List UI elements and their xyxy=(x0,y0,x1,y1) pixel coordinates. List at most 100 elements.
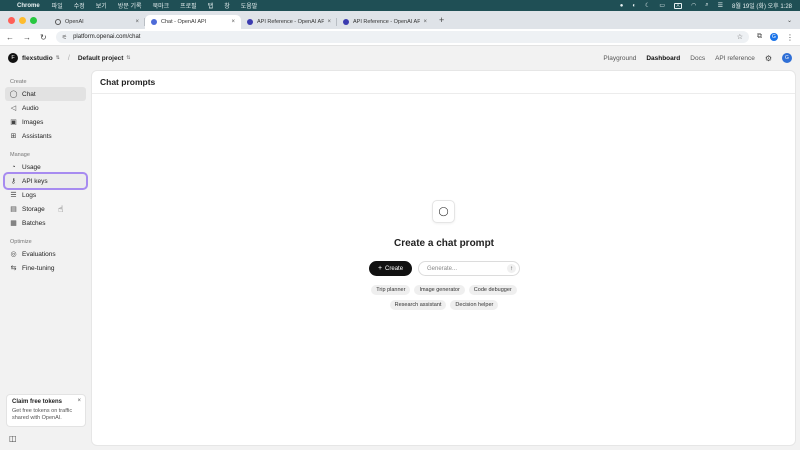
menu-tab[interactable]: 탭 xyxy=(208,1,214,10)
openai-icon xyxy=(55,19,61,25)
sidebar-item-label: Fine-tuning xyxy=(22,264,55,272)
close-tab-icon[interactable]: × xyxy=(231,19,235,25)
chip-trip-planner[interactable]: Trip planner xyxy=(371,285,411,295)
sidebar-item-assistants[interactable]: ⊞ Assistants xyxy=(5,129,86,143)
menu-file[interactable]: 파일 xyxy=(52,1,63,10)
chip-image-generator[interactable]: Image generator xyxy=(414,285,465,295)
sidebar-item-api-keys[interactable]: ⚷ API keys xyxy=(3,172,88,190)
menu-app-name[interactable]: Chrome xyxy=(17,3,40,9)
input-source-icon[interactable]: A xyxy=(674,2,683,9)
moon-icon[interactable]: ☾ xyxy=(645,2,650,9)
storage-icon: ▤ xyxy=(10,206,17,213)
project-switcher[interactable]: Default project xyxy=(78,55,124,62)
menu-view[interactable]: 보기 xyxy=(96,1,107,10)
sidebar-item-chat[interactable]: ◯ Chat xyxy=(5,87,86,101)
menu-clock[interactable]: 8월 19일 (화) 오후 1:28 xyxy=(732,1,792,10)
extensions-icon[interactable]: ⧉ xyxy=(757,33,762,41)
chrome-menu-icon[interactable]: ⋮ xyxy=(786,33,794,42)
settings-gear-icon[interactable]: ⚙ xyxy=(765,54,772,63)
zoom-window-icon[interactable] xyxy=(30,16,37,24)
sidebar-item-label: Logs xyxy=(22,191,37,199)
nav-api-reference[interactable]: API reference xyxy=(715,55,755,62)
minimize-window-icon[interactable] xyxy=(19,16,26,24)
sidebar-toggle-icon[interactable]: ◫ xyxy=(9,434,17,443)
menu-help[interactable]: 도움말 xyxy=(241,1,258,10)
tab-title: OpenAI xyxy=(65,19,84,25)
menu-bookmarks[interactable]: 북마크 xyxy=(153,1,170,10)
tab-title: API Reference - OpenAI API xyxy=(353,19,421,25)
fine-tuning-icon: ⇆ xyxy=(10,265,17,272)
spotlight-icon[interactable]: ⌕ xyxy=(705,2,708,9)
promo-title: Claim free tokens xyxy=(12,399,63,405)
key-icon: ⚷ xyxy=(10,178,17,185)
profile-avatar[interactable]: G xyxy=(770,33,778,41)
browser-tab[interactable]: API Reference - OpenAI API × xyxy=(241,15,337,29)
sidebar-item-storage[interactable]: ▤ Storage xyxy=(5,202,86,216)
org-avatar[interactable]: F xyxy=(8,53,18,63)
user-avatar[interactable]: G xyxy=(782,53,792,63)
top-navigation: F flexstudio ⇅ / Default project ⇅ Playg… xyxy=(0,46,800,70)
breadcrumb-separator: / xyxy=(67,54,70,62)
suggestion-chips: Research assistant Decision helper xyxy=(344,300,544,310)
logs-icon: ☰ xyxy=(10,192,17,199)
control-center-icon[interactable]: ☰ xyxy=(718,2,723,9)
tab-title: Chat - OpenAI API xyxy=(161,19,207,25)
sidebar-section-manage: Manage xyxy=(10,151,30,158)
browser-tab[interactable]: OpenAI × xyxy=(49,15,145,29)
sidebar-item-usage[interactable]: ◔ Usage xyxy=(5,160,86,174)
nav-docs[interactable]: Docs xyxy=(690,55,705,62)
chip-code-debugger[interactable]: Code debugger xyxy=(468,285,517,295)
browser-toolbar: ← → ↻ ⚟ platform.openai.com/chat ☆ ⧉ G ⋮ xyxy=(0,29,800,46)
sidebar-item-label: Audio xyxy=(22,104,39,112)
arrow-up-icon[interactable]: ↑ xyxy=(507,264,516,273)
browser-tab-active[interactable]: Chat - OpenAI API × xyxy=(145,15,241,29)
site-info-icon[interactable]: ⚟ xyxy=(62,34,67,41)
browser-tab[interactable]: API Reference - OpenAI API × xyxy=(337,15,433,29)
create-button[interactable]: + Create xyxy=(369,261,412,276)
sidebar-item-evaluations[interactable]: ◎ Evaluations xyxy=(5,247,86,261)
chip-decision-helper[interactable]: Decision helper xyxy=(450,300,499,310)
forward-icon[interactable]: → xyxy=(23,33,31,42)
sidebar-item-logs[interactable]: ☰ Logs xyxy=(5,188,86,202)
close-tab-icon[interactable]: × xyxy=(327,19,331,25)
battery-icon[interactable]: ▭ xyxy=(659,2,665,9)
sidebar-item-batches[interactable]: ▦ Batches xyxy=(5,216,86,230)
record-icon[interactable]: ● xyxy=(620,3,624,9)
address-bar[interactable]: ⚟ platform.openai.com/chat ☆ xyxy=(55,31,749,43)
chat-bubble-icon: ◯ xyxy=(432,200,455,223)
sidebar-item-label: Assistants xyxy=(22,132,52,140)
sidebar-item-fine-tuning[interactable]: ⇆ Fine-tuning xyxy=(5,261,86,275)
menu-window[interactable]: 창 xyxy=(224,1,230,10)
new-tab-icon[interactable]: + xyxy=(439,15,444,25)
sidebar-item-label: Evaluations xyxy=(22,250,56,258)
chevron-updown-icon[interactable]: ⇅ xyxy=(126,55,130,61)
assistants-icon: ⊞ xyxy=(10,133,17,140)
hand-pointer-icon: ☝ xyxy=(58,204,64,214)
bookmark-star-icon[interactable]: ☆ xyxy=(737,33,743,41)
close-window-icon[interactable] xyxy=(8,16,15,24)
wifi-icon[interactable]: ◠ xyxy=(691,2,696,9)
generate-input[interactable]: Generate... ↑ xyxy=(418,261,520,276)
empty-state-heading: Create a chat prompt xyxy=(393,238,495,249)
sidebar-item-label: Images xyxy=(22,118,44,126)
back-icon[interactable]: ← xyxy=(6,33,14,42)
sidebar-item-images[interactable]: ▣ Images xyxy=(5,115,86,129)
free-tokens-card: Claim free tokens Get free tokens on tra… xyxy=(6,394,86,427)
close-tab-icon[interactable]: × xyxy=(135,19,139,25)
reload-icon[interactable]: ↻ xyxy=(40,33,47,42)
chevron-updown-icon[interactable]: ⇅ xyxy=(56,55,60,61)
menu-history[interactable]: 방문 기록 xyxy=(118,1,142,10)
menu-edit[interactable]: 수정 xyxy=(74,1,85,10)
macos-menu-bar: Chrome 파일 수정 보기 방문 기록 북마크 프로필 탭 창 도움말 ● … xyxy=(0,0,800,11)
nav-playground[interactable]: Playground xyxy=(603,55,636,62)
nav-dashboard[interactable]: Dashboard xyxy=(646,55,680,62)
close-tab-icon[interactable]: × xyxy=(423,19,427,25)
sidebar-item-audio[interactable]: ◁ Audio xyxy=(5,101,86,115)
chip-research-assistant[interactable]: Research assistant xyxy=(389,300,447,310)
app-status-icon[interactable]: ◐ xyxy=(632,3,636,9)
close-icon[interactable]: × xyxy=(77,398,81,404)
image-icon: ▣ xyxy=(10,119,17,126)
org-switcher[interactable]: flexstudio xyxy=(22,55,53,62)
menu-profiles[interactable]: 프로필 xyxy=(180,1,197,10)
tab-search-icon[interactable]: ⌄ xyxy=(787,17,792,24)
